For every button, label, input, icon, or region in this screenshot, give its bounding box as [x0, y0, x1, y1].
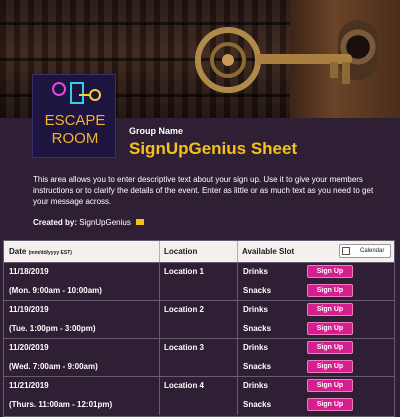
date-header-label: Date	[9, 247, 27, 256]
slot-label-drinks: Drinks	[243, 343, 268, 352]
signup-button[interactable]: Sign Up	[307, 398, 353, 411]
slot-label-drinks: Drinks	[243, 305, 268, 314]
slot-label-snacks: Snacks	[243, 286, 272, 295]
table-row: 11/19/2019 (Tue. 1:00pm - 3:00pm) Locati…	[4, 300, 394, 339]
column-header-slot: Available Slot	[242, 247, 295, 256]
row-date: 11/18/2019	[9, 267, 49, 276]
signup-button[interactable]: Sign Up	[307, 341, 353, 354]
calendar-button[interactable]: Calendar	[339, 244, 391, 258]
key-icon	[195, 27, 352, 93]
column-divider	[159, 263, 160, 301]
row-location: Location 3	[164, 343, 205, 352]
column-divider	[237, 263, 238, 301]
signup-button[interactable]: Sign Up	[307, 379, 353, 392]
signup-button[interactable]: Sign Up	[307, 284, 353, 297]
svg-text:ROOM: ROOM	[52, 130, 99, 147]
row-date: 11/19/2019	[9, 305, 49, 314]
row-time: (Mon. 9:00am - 10:00am)	[9, 286, 102, 295]
slot-label-drinks: Drinks	[243, 381, 268, 390]
date-format-label: (mm/dd/yyyy EST)	[28, 250, 72, 256]
column-divider	[159, 301, 160, 339]
row-time: (Thurs. 11:00am - 12:01pm)	[9, 400, 113, 409]
column-divider	[237, 377, 238, 415]
column-divider	[159, 377, 160, 415]
row-date: 11/20/2019	[9, 343, 49, 352]
row-time: (Wed. 7:00am - 9:00am)	[9, 362, 98, 371]
row-location: Location 1	[164, 267, 205, 276]
calendar-icon	[342, 247, 350, 255]
created-by: Created by: SignUpGenius	[33, 218, 145, 227]
page-title: SignUpGenius Sheet	[129, 139, 298, 158]
signup-button[interactable]: Sign Up	[307, 360, 353, 373]
slot-label-snacks: Snacks	[243, 324, 272, 333]
svg-text:ESCAPE: ESCAPE	[45, 112, 106, 129]
created-by-label: Created by:	[33, 218, 78, 227]
sheet-description: This area allows you to enter descriptiv…	[33, 175, 374, 206]
column-header-date: Date (mm/dd/yyyy EST)	[9, 247, 72, 256]
table-row: 11/21/2019 (Thurs. 11:00am - 12:01pm) Lo…	[4, 376, 394, 415]
escape-room-logo-graphic: ESCAPE ROOM	[45, 82, 106, 147]
slot-label-snacks: Snacks	[243, 362, 272, 371]
slot-label-drinks: Drinks	[243, 267, 268, 276]
row-location: Location 4	[164, 381, 205, 390]
mail-icon[interactable]	[136, 218, 145, 225]
group-name-label: Group Name	[129, 126, 184, 136]
row-time: (Tue. 1:00pm - 3:00pm)	[9, 324, 96, 333]
table-row: 11/20/2019 (Wed. 7:00am - 9:00am) Locati…	[4, 338, 394, 377]
row-location: Location 2	[164, 305, 205, 314]
escape-room-logo: ESCAPE ROOM	[32, 74, 116, 158]
row-date: 11/21/2019	[9, 381, 49, 390]
creator-name: SignUpGenius	[79, 218, 131, 227]
signup-table: Date (mm/dd/yyyy EST) Location Available…	[3, 240, 395, 417]
signup-button[interactable]: Sign Up	[307, 303, 353, 316]
table-row: 11/18/2019 (Mon. 9:00am - 10:00am) Locat…	[4, 262, 394, 301]
calendar-button-label: Calendar	[360, 248, 385, 254]
column-divider	[237, 339, 238, 377]
column-divider	[237, 241, 238, 262]
table-header: Date (mm/dd/yyyy EST) Location Available…	[4, 241, 394, 262]
signup-button[interactable]: Sign Up	[307, 265, 353, 278]
slot-label-snacks: Snacks	[243, 400, 272, 409]
column-header-location: Location	[164, 247, 198, 256]
column-divider	[237, 301, 238, 339]
signup-button[interactable]: Sign Up	[307, 322, 353, 335]
column-divider	[159, 339, 160, 377]
column-divider	[159, 241, 160, 262]
